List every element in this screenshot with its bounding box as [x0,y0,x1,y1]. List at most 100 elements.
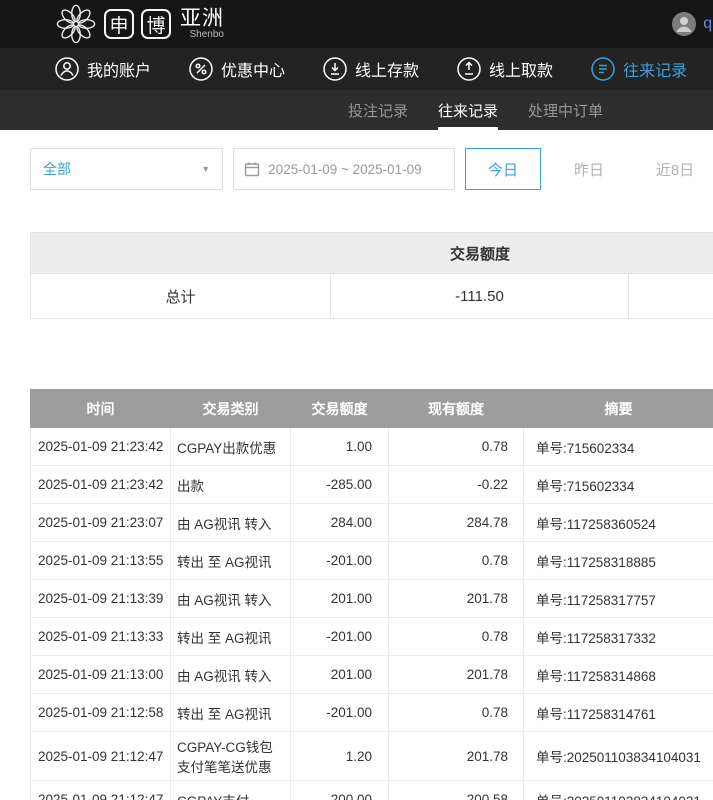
cell-amount: -201.00 [291,618,389,656]
cell-balance: 0.78 [389,618,524,656]
cell-memo: 单号:117258317757 [524,580,713,618]
cell-memo: 单号:117258314868 [524,656,713,694]
date-range-input[interactable]: 2025-01-09 ~ 2025-01-09 [233,148,455,190]
cell-time: 2025-01-09 21:12:47 [31,781,171,800]
cell-balance: 201.78 [389,732,524,781]
logo-char-2: 博 [141,9,171,39]
table-row: 2025-01-09 21:13:33 转出 至 AG视讯 -201.00 0.… [31,618,713,656]
flower-logo-icon [55,3,97,45]
summary-total-row: 总计 -111.50 [31,273,713,318]
category-select[interactable]: 全部 ▼ [30,148,223,190]
site-logo[interactable]: 申 博 亚洲 Shenbo [55,3,224,45]
cell-time: 2025-01-09 21:12:47 [31,732,171,781]
nav-item-withdraw[interactable]: 线上取款 [457,57,553,81]
cell-type: CGPAY-CG钱包支付笔笔送优惠 [171,732,291,781]
table-row: 2025-01-09 21:23:07 由 AG视讯 转入 284.00 284… [31,504,713,542]
cell-time: 2025-01-09 21:13:00 [31,656,171,694]
cell-type: 由 AG视讯 转入 [171,656,291,694]
username-label: qh [703,15,713,33]
logo-region-cn: 亚洲 [180,8,224,29]
cell-type: CGPAY支付 [171,781,291,800]
cell-type: 转出 至 AG视讯 [171,694,291,732]
logo-region: 亚洲 Shenbo [180,8,224,40]
cell-type: CGPAY出款优惠 [171,428,291,466]
nav-label: 优惠中心 [221,57,285,81]
nav-item-promotions[interactable]: 优惠中心 [189,57,285,81]
nav-item-deposit[interactable]: 线上存款 [323,57,419,81]
col-header-amount: 交易额度 [291,390,389,428]
tab-betting-records[interactable]: 投注记录 [348,90,408,130]
user-menu[interactable]: qh [671,0,713,48]
nav-item-records[interactable]: 往来记录 [591,57,687,81]
filter-bar: 全部 ▼ 2025-01-09 ~ 2025-01-09 今日 昨日 近8日 [0,130,713,190]
cell-memo: 单号:202501103834104031 [524,732,713,781]
cell-balance: 0.78 [389,694,524,732]
table-row: 2025-01-09 21:12:47 CGPAY-CG钱包支付笔笔送优惠 1.… [31,732,713,781]
table-header-row: 时间 交易类别 交易额度 现有额度 摘要 [31,390,713,428]
cell-amount: 201.00 [291,580,389,618]
cell-balance: -0.22 [389,466,524,504]
nav-label: 我的账户 [87,57,151,81]
cell-amount: 201.00 [291,656,389,694]
user-icon [55,57,79,81]
tab-transaction-records[interactable]: 往来记录 [438,90,498,130]
cell-amount: -285.00 [291,466,389,504]
cell-memo: 单号:117258317332 [524,618,713,656]
cell-memo: 单号:117258360524 [524,504,713,542]
summary-header-row: 交易额度 [31,233,713,273]
quick-filter-today[interactable]: 今日 [465,148,541,190]
summary-total-label: 总计 [31,274,331,318]
cell-time: 2025-01-09 21:13:33 [31,618,171,656]
table-row: 2025-01-09 21:12:47 CGPAY支付 200.00 200.5… [31,781,713,800]
cell-time: 2025-01-09 21:23:42 [31,428,171,466]
cell-memo: 单号:117258314761 [524,694,713,732]
cell-time: 2025-01-09 21:23:42 [31,466,171,504]
record-subtabs: 投注记录 往来记录 处理中订单 [0,90,713,130]
cell-balance: 201.78 [389,656,524,694]
quick-filter-8days[interactable]: 近8日 [637,148,713,190]
avatar-icon [671,11,697,37]
nav-label: 线上存款 [355,57,419,81]
cell-amount: 1.20 [291,732,389,781]
col-header-balance: 现有额度 [389,390,524,428]
main-nav: 我的账户 优惠中心 线上存款 线上取款 往来记录 [0,48,713,90]
cell-balance: 284.78 [389,504,524,542]
deposit-icon [323,57,347,81]
quick-filter-yesterday[interactable]: 昨日 [551,148,627,190]
cell-balance: 201.78 [389,580,524,618]
nav-item-my-account[interactable]: 我的账户 [55,57,151,81]
logo-char-1: 申 [104,9,134,39]
cell-time: 2025-01-09 21:13:55 [31,542,171,580]
top-bar: 申 博 亚洲 Shenbo qh [0,0,713,48]
cell-type: 出款 [171,466,291,504]
cell-type: 由 AG视讯 转入 [171,580,291,618]
cell-time: 2025-01-09 21:13:39 [31,580,171,618]
table-row: 2025-01-09 21:23:42 CGPAY出款优惠 1.00 0.78 … [31,428,713,466]
cell-time: 2025-01-09 21:23:07 [31,504,171,542]
tab-processing-orders[interactable]: 处理中订单 [528,90,603,130]
cell-amount: -201.00 [291,694,389,732]
cell-memo: 单号:715602334 [524,466,713,504]
logo-region-en: Shenbo [180,30,224,40]
table-row: 2025-01-09 21:13:39 由 AG视讯 转入 201.00 201… [31,580,713,618]
cell-amount: 200.00 [291,781,389,800]
table-row: 2025-01-09 21:12:58 转出 至 AG视讯 -201.00 0.… [31,694,713,732]
summary-table: 交易额度 总计 -111.50 [30,232,713,319]
date-range-value: 2025-01-09 ~ 2025-01-09 [268,162,422,177]
records-icon [591,57,615,81]
cell-type: 由 AG视讯 转入 [171,504,291,542]
col-header-memo: 摘要 [524,390,713,428]
summary-total-value: -111.50 [331,274,629,318]
cell-balance: 0.78 [389,542,524,580]
summary-amount-header: 交易额度 [331,243,629,264]
cell-type: 转出 至 AG视讯 [171,618,291,656]
col-header-type: 交易类别 [171,390,291,428]
cell-memo: 单号:202501103834104031 [524,781,713,800]
table-row: 2025-01-09 21:13:00 由 AG视讯 转入 201.00 201… [31,656,713,694]
cell-balance: 0.78 [389,428,524,466]
transactions-table: 时间 交易类别 交易额度 现有额度 摘要 2025-01-09 21:23:42… [30,389,713,800]
nav-label: 线上取款 [489,57,553,81]
cell-memo: 单号:715602334 [524,428,713,466]
chevron-down-icon: ▼ [201,164,210,174]
cell-memo: 单号:117258318885 [524,542,713,580]
